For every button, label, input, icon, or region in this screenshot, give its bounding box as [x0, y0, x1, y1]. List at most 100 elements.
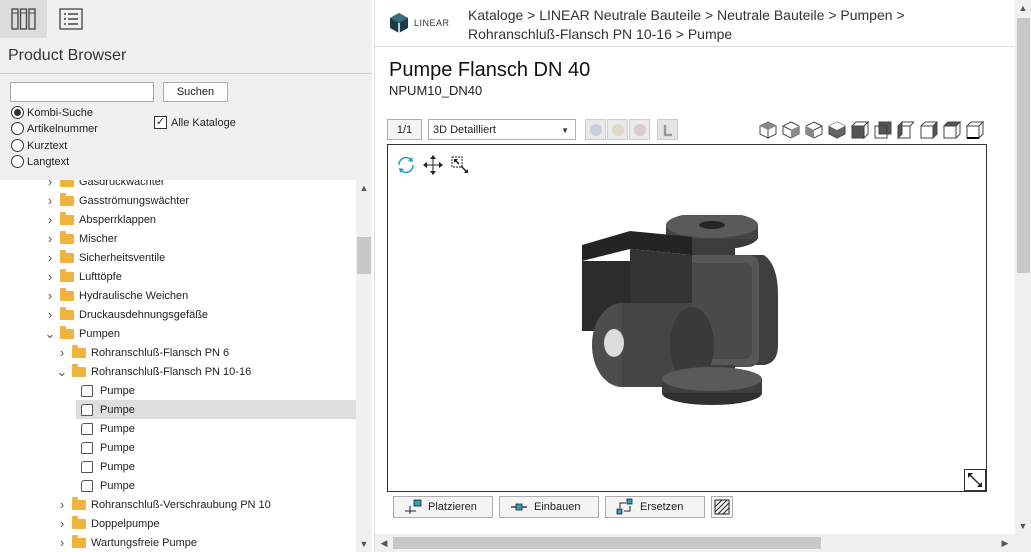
- breadcrumb[interactable]: Kataloge > LINEAR Neutrale Bauteile > Ne…: [468, 6, 928, 44]
- tree-folder[interactable]: › Rohranschluß-Flansch PN 6: [0, 343, 356, 362]
- line-style-button[interactable]: [657, 119, 678, 140]
- tree-item[interactable]: Pumpe: [0, 381, 356, 400]
- scrollbar-thumb[interactable]: [1017, 18, 1030, 273]
- tree-label: Pumpen: [79, 327, 120, 340]
- chevron-right-icon[interactable]: ›: [44, 180, 56, 189]
- chevron-right-icon[interactable]: ›: [44, 212, 56, 227]
- radio-langtext[interactable]: Langtext: [11, 155, 69, 168]
- scroll-left-icon[interactable]: ◀: [376, 535, 392, 551]
- color-swatch-icon: [589, 123, 602, 136]
- view-cube-iso-4-icon[interactable]: [827, 120, 847, 140]
- view-bottom-icon[interactable]: [965, 120, 985, 140]
- chevron-right-icon[interactable]: ›: [44, 307, 56, 322]
- place-button[interactable]: Platzieren: [393, 496, 493, 518]
- tree-label: Doppelpumpe: [91, 517, 160, 530]
- replace-button[interactable]: Ersetzen: [605, 496, 705, 518]
- radio-kombi-suche[interactable]: Kombi-Suche: [11, 106, 93, 119]
- tree-folder[interactable]: › Absperrklappen: [0, 210, 356, 229]
- tree-label: Sicherheitsventile: [79, 251, 166, 264]
- view-cube-iso-1-icon[interactable]: [758, 120, 778, 140]
- chevron-down-icon[interactable]: ⌄: [56, 364, 68, 380]
- linear-logo-icon: [390, 13, 408, 33]
- chevron-right-icon[interactable]: ›: [44, 193, 56, 208]
- all-catalogs-checkbox[interactable]: ✓ Alle Kataloge: [154, 116, 236, 129]
- zoom-window-icon[interactable]: [449, 154, 471, 176]
- catalog-tree: › Gasdruckwächter › Gasströmungswächter › Abs…: [0, 180, 356, 552]
- chevron-right-icon[interactable]: ›: [44, 250, 56, 265]
- install-icon: [511, 503, 527, 511]
- folder-icon: [72, 363, 86, 377]
- fullscreen-icon[interactable]: [964, 469, 986, 491]
- detail-scrollbar[interactable]: ▲ ▼: [1015, 0, 1031, 534]
- scroll-corner: [1015, 534, 1031, 552]
- view-cube-iso-3-icon[interactable]: [804, 120, 824, 140]
- view-front-icon[interactable]: [850, 120, 870, 140]
- chevron-right-icon[interactable]: ›: [56, 497, 68, 512]
- radio-kurztext[interactable]: Kurztext: [11, 139, 67, 152]
- tree-item[interactable]: Pumpe: [0, 476, 356, 495]
- scroll-down-icon[interactable]: ▼: [1015, 518, 1031, 534]
- tree-item[interactable]: Pumpe: [76, 400, 356, 419]
- rotate-icon[interactable]: [395, 154, 417, 176]
- product-code: NPUM10_DN40: [389, 83, 483, 98]
- tree-folder[interactable]: ⌄ Pumpen: [0, 324, 356, 343]
- tree-folder[interactable]: › Lufttöpfe: [0, 267, 356, 286]
- chevron-right-icon[interactable]: ›: [44, 288, 56, 303]
- list-view-tab[interactable]: [47, 0, 94, 38]
- tree-item[interactable]: Pumpe: [0, 438, 356, 457]
- tree-folder[interactable]: ⌄ Rohranschluß-Flansch PN 10-16: [0, 362, 356, 381]
- search-button[interactable]: Suchen: [163, 82, 228, 102]
- view-cube-iso-2-icon[interactable]: [781, 120, 801, 140]
- tree-item[interactable]: Pumpe: [0, 419, 356, 438]
- hatch-button[interactable]: [711, 496, 733, 518]
- tree-folder[interactable]: › Hydraulische Weichen: [0, 286, 356, 305]
- view-right-icon[interactable]: [919, 120, 939, 140]
- chevron-right-icon[interactable]: ›: [44, 231, 56, 246]
- tree-folder[interactable]: › Wartungsfreie Pumpe: [0, 533, 356, 552]
- chevron-down-icon[interactable]: ⌄: [44, 326, 56, 342]
- 3d-viewer[interactable]: [387, 144, 987, 492]
- tree-item[interactable]: Pumpe: [0, 457, 356, 476]
- view-left-icon[interactable]: [896, 120, 916, 140]
- color-blue-button[interactable]: [585, 119, 606, 140]
- install-button[interactable]: Einbauen: [499, 496, 599, 518]
- tree-label: Pumpe: [100, 479, 135, 492]
- scroll-down-icon[interactable]: ▼: [356, 536, 372, 552]
- view-top-icon[interactable]: [942, 120, 962, 140]
- catalog-view-tab[interactable]: [0, 0, 47, 38]
- tree-folder[interactable]: › Mischer: [0, 229, 356, 248]
- detail-hscrollbar[interactable]: ◀ ▶: [375, 534, 1015, 552]
- tree-folder[interactable]: › Druckausdehnungsgefäße: [0, 305, 356, 324]
- scrollbar-thumb[interactable]: [393, 537, 821, 549]
- scroll-up-icon[interactable]: ▲: [356, 180, 372, 196]
- divider: [0, 73, 372, 74]
- pan-icon[interactable]: [422, 154, 444, 176]
- folder-icon: [60, 211, 74, 225]
- page-indicator[interactable]: 1/1: [387, 119, 422, 140]
- chevron-right-icon[interactable]: ›: [44, 269, 56, 284]
- search-input[interactable]: [10, 82, 154, 102]
- color-swatch-icon: [633, 123, 646, 136]
- chevron-right-icon[interactable]: ›: [56, 516, 68, 531]
- scroll-right-icon[interactable]: ▶: [997, 535, 1013, 551]
- radio-artikelnummer[interactable]: Artikelnummer: [11, 122, 98, 135]
- scroll-up-icon[interactable]: ▲: [1015, 0, 1031, 16]
- color-beige-button[interactable]: [607, 119, 628, 140]
- view-back-icon[interactable]: [873, 120, 893, 140]
- tree-scrollbar[interactable]: ▲ ▼: [356, 180, 372, 552]
- chevron-right-icon[interactable]: ›: [56, 535, 68, 550]
- tree-label: Gasströmungswächter: [79, 194, 190, 207]
- tree-folder[interactable]: › Doppelpumpe: [0, 514, 356, 533]
- tree-folder[interactable]: › Rohranschluß-Verschraubung PN 10: [0, 495, 356, 514]
- scrollbar-thumb[interactable]: [357, 237, 371, 274]
- product-browser-pane: Product Browser Suchen Kombi-Suche Artik…: [0, 0, 372, 552]
- view-mode-select[interactable]: 3D Detailliert ▼: [428, 119, 576, 140]
- folder-icon: [72, 344, 86, 358]
- color-rose-button[interactable]: [629, 119, 650, 140]
- chevron-right-icon[interactable]: ›: [56, 345, 68, 360]
- tree-folder[interactable]: › Gasdruckwächter: [0, 180, 356, 191]
- replace-icon: [616, 498, 633, 515]
- tree-label: Lufttöpfe: [79, 270, 122, 283]
- tree-folder[interactable]: › Gasströmungswächter: [0, 191, 356, 210]
- tree-folder[interactable]: › Sicherheitsventile: [0, 248, 356, 267]
